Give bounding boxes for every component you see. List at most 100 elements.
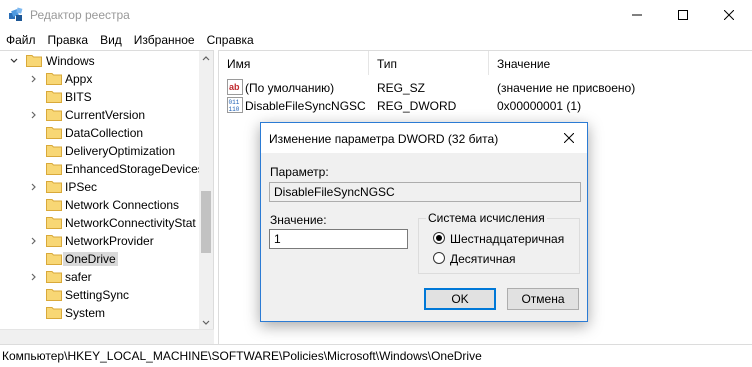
close-icon	[724, 10, 734, 20]
binary-value-icon: 011 110	[227, 97, 243, 113]
folder-icon	[46, 217, 62, 229]
dialog-title: Изменение параметра DWORD (32 бита)	[269, 132, 499, 146]
folder-icon	[26, 55, 42, 67]
param-name-field[interactable]	[269, 182, 581, 202]
tree-item[interactable]: Appx	[0, 70, 199, 88]
close-button[interactable]	[706, 0, 752, 30]
tree-item-label: BITS	[65, 90, 92, 104]
menu-favorites[interactable]: Избранное	[128, 30, 201, 50]
folder-icon	[46, 109, 62, 121]
tree-vertical-scrollbar[interactable]	[199, 51, 213, 344]
tree-item-label: safer	[65, 270, 92, 284]
menu-help[interactable]: Справка	[201, 30, 260, 50]
tree-item[interactable]: CurrentVersion	[0, 106, 199, 124]
tree-item[interactable]: EnhancedStorageDevices	[0, 160, 204, 178]
cancel-button[interactable]: Отмена	[507, 288, 579, 310]
radio-hexadecimal-label[interactable]: Шестнадцатеричная	[450, 232, 564, 246]
svg-text:ab: ab	[229, 82, 240, 92]
radio-hexadecimal[interactable]	[433, 232, 445, 244]
folder-icon	[46, 253, 62, 265]
tree-item[interactable]: NetworkProvider	[0, 232, 199, 250]
ok-button[interactable]: OK	[424, 288, 496, 310]
radio-decimal-label[interactable]: Десятичная	[450, 252, 516, 266]
chevron-right-icon[interactable]	[28, 235, 40, 247]
chevron-right-icon[interactable]	[28, 181, 40, 193]
chevron-right-icon[interactable]	[28, 73, 40, 85]
svg-text:110: 110	[229, 106, 240, 113]
value-data: (значение не присвоено)	[497, 81, 636, 95]
tree-item[interactable]: System	[0, 304, 199, 322]
value-name: DisableFileSyncNGSC	[245, 99, 366, 113]
base-legend: Система исчисления	[426, 211, 547, 225]
menu-bar: Файл Правка Вид Избранное Справка	[0, 30, 752, 50]
value-data: 0x00000001 (1)	[497, 99, 582, 113]
scroll-up-arrow[interactable]	[199, 51, 213, 65]
tree-item-label: OneDrive	[63, 252, 118, 266]
folder-icon	[46, 163, 62, 175]
menu-view[interactable]: Вид	[94, 30, 128, 50]
tree-horizontal-scrollbar[interactable]	[0, 329, 214, 344]
scroll-down-arrow[interactable]	[199, 316, 213, 330]
chevron-right-icon[interactable]	[28, 271, 40, 283]
tree-item-label: IPSec	[65, 180, 98, 194]
chevron-down-icon[interactable]	[8, 55, 20, 67]
folder-icon	[46, 199, 62, 211]
tree-item-label: SettingSync	[65, 288, 130, 302]
tree-item[interactable]: SettingSync	[0, 286, 199, 304]
folder-icon	[46, 181, 62, 193]
scroll-thumb[interactable]	[201, 191, 211, 253]
folder-icon	[46, 307, 62, 319]
list-item[interactable]: 011 110 DisableFileSyncNGSC REG_DWORD 0x…	[219, 96, 752, 114]
tree-item[interactable]: NetworkConnectivityStat	[0, 214, 199, 232]
column-header-type[interactable]: Тип	[369, 51, 489, 75]
list-item[interactable]: ab (По умолчанию) REG_SZ (значение не пр…	[219, 78, 752, 96]
registry-tree[interactable]: Windows Appx BITS CurrentVersion DataCollec…	[0, 50, 214, 344]
chevron-up-icon	[202, 56, 210, 61]
folder-icon	[46, 127, 62, 139]
tree-item-label: Appx	[65, 72, 93, 86]
menu-edit[interactable]: Правка	[42, 30, 95, 50]
minimize-button[interactable]	[614, 0, 660, 30]
folder-icon	[46, 271, 62, 283]
dialog-close-button[interactable]	[559, 129, 579, 147]
value-name: (По умолчанию)	[245, 81, 335, 95]
tree-item-label: CurrentVersion	[65, 108, 146, 122]
status-bar-path: Компьютер\HKEY_LOCAL_MACHINE\SOFTWARE\Po…	[0, 344, 752, 367]
edit-dword-dialog: Изменение параметра DWORD (32 бита) Пара…	[260, 122, 588, 322]
folder-icon	[46, 289, 62, 301]
svg-text:011: 011	[229, 99, 240, 106]
maximize-button[interactable]	[660, 0, 706, 30]
tree-item-root[interactable]: Windows	[0, 52, 199, 70]
radio-decimal[interactable]	[433, 252, 445, 264]
title-bar: Редактор реестра	[0, 0, 752, 30]
chevron-right-icon[interactable]	[28, 109, 40, 121]
tree-item[interactable]: Network Connections	[0, 196, 199, 214]
tree-item[interactable]: DeliveryOptimization	[0, 142, 199, 160]
param-label: Параметр:	[270, 165, 329, 179]
tree-item-label: DeliveryOptimization	[65, 144, 176, 158]
tree-item-label: System	[65, 306, 106, 320]
value-label: Значение:	[270, 213, 327, 227]
tree-item[interactable]: BITS	[0, 88, 199, 106]
folder-icon	[46, 73, 62, 85]
value-data-field[interactable]	[269, 229, 408, 249]
value-type: REG_SZ	[377, 81, 426, 95]
tree-item[interactable]: IPSec	[0, 178, 199, 196]
value-type: REG_DWORD	[377, 99, 457, 113]
string-value-icon: ab	[227, 79, 243, 95]
column-header-name[interactable]: Имя	[219, 51, 369, 75]
chevron-down-icon	[202, 320, 210, 325]
window-title: Редактор реестра	[30, 8, 130, 22]
menu-file[interactable]: Файл	[0, 30, 42, 50]
tree-item-label: Network Connections	[65, 198, 180, 212]
radio-selected-dot	[436, 235, 442, 241]
folder-icon	[46, 235, 62, 247]
tree-item[interactable]: DataCollection	[0, 124, 199, 142]
folder-icon	[46, 145, 62, 157]
column-header-value[interactable]: Значение	[489, 51, 752, 75]
tree-item[interactable]: safer	[0, 268, 199, 286]
folder-icon	[46, 91, 62, 103]
tree-item[interactable]: OneDrive	[0, 250, 199, 268]
regedit-icon	[9, 7, 23, 21]
dialog-title-bar: Изменение параметра DWORD (32 бита)	[261, 123, 587, 153]
